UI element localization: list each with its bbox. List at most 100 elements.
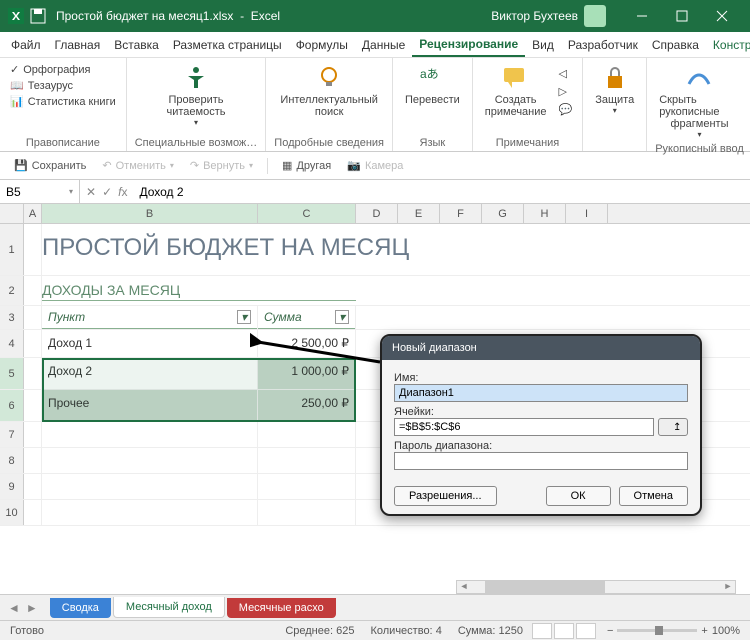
group-protect xyxy=(591,135,638,149)
qat-camera[interactable]: 📷Камера xyxy=(341,157,409,174)
permissions-button[interactable]: Разрешения... xyxy=(394,486,497,506)
range-name-input[interactable] xyxy=(394,384,688,402)
row-header-8[interactable]: 8 xyxy=(0,448,24,473)
row-header-7[interactable]: 7 xyxy=(0,422,24,447)
col-header-e[interactable]: E xyxy=(398,204,440,223)
table-cell[interactable]: 1 000,00 ₽ xyxy=(258,358,355,384)
group-insights: Подробные сведения xyxy=(274,135,384,149)
dialog-title: Новый диапазон xyxy=(382,336,700,360)
protect-button[interactable]: Защита▾ xyxy=(591,62,638,117)
zoom-slider[interactable] xyxy=(617,629,697,632)
table-cell[interactable]: 2 500,00 ₽ xyxy=(258,330,355,356)
accept-formula-icon[interactable]: ✓ xyxy=(102,185,112,199)
menu-home[interactable]: Главная xyxy=(48,34,108,56)
user-name[interactable]: Виктор Бухтеев xyxy=(491,9,578,23)
cancel-formula-icon[interactable]: ✕ xyxy=(86,185,96,199)
row-header-1[interactable]: 1 xyxy=(0,224,24,275)
view-layout-button[interactable] xyxy=(554,623,574,639)
row-header-6[interactable]: 6 xyxy=(0,390,24,421)
tab-nav-prev[interactable]: ◄ xyxy=(8,601,20,615)
close-button[interactable] xyxy=(702,0,742,32)
fx-icon[interactable]: fx xyxy=(118,185,127,199)
table-cell[interactable]: Прочее xyxy=(42,390,257,416)
prev-comment-button[interactable]: ◁ xyxy=(557,66,575,81)
qat-save[interactable]: 💾Сохранить xyxy=(8,157,92,174)
range-ref-button[interactable]: ↥ xyxy=(658,418,688,436)
row-header-2[interactable]: 2 xyxy=(0,276,24,305)
zoom-in-button[interactable]: + xyxy=(701,625,707,637)
menu-layout[interactable]: Разметка страницы xyxy=(166,34,289,56)
row-header-10[interactable]: 10 xyxy=(0,500,24,525)
row-header-9[interactable]: 9 xyxy=(0,474,24,499)
row-header-4[interactable]: 4 xyxy=(0,330,24,357)
menu-table-design[interactable]: Конструктор таблиц xyxy=(706,34,750,56)
col-header-d[interactable]: D xyxy=(356,204,398,223)
zoom-level[interactable]: 100% xyxy=(712,625,740,637)
menu-file[interactable]: Файл xyxy=(4,34,48,56)
col-header-b[interactable]: B xyxy=(42,204,258,223)
label-cells: Ячейки: xyxy=(394,406,688,418)
translate-button[interactable]: aあ Перевести xyxy=(401,62,464,108)
sheet-tab-expenses[interactable]: Месячные расхо xyxy=(227,598,336,618)
tab-nav-next[interactable]: ► xyxy=(26,601,38,615)
table-header-item[interactable]: Пункт▾ xyxy=(42,306,257,329)
save-icon[interactable] xyxy=(30,8,46,24)
status-average: Среднее: 625 xyxy=(285,625,354,637)
user-avatar[interactable] xyxy=(584,5,606,27)
group-language: Язык xyxy=(401,135,464,149)
group-comments: Примечания xyxy=(481,135,574,149)
workbook-stats-button[interactable]: 📊Статистика книги xyxy=(8,94,118,109)
filter-icon[interactable]: ▾ xyxy=(335,310,349,324)
menu-insert[interactable]: Вставка xyxy=(107,34,166,56)
doc-title: ПРОСТОЙ БЮДЖЕТ НА МЕСЯЦ xyxy=(42,224,562,266)
horizontal-scrollbar[interactable]: ◄► xyxy=(456,580,736,594)
maximize-button[interactable] xyxy=(662,0,702,32)
name-box[interactable]: B5▾ xyxy=(0,180,80,203)
row-header-5[interactable]: 5 xyxy=(0,358,24,389)
next-comment-button[interactable]: ▷ xyxy=(557,84,575,99)
group-proofing: Правописание xyxy=(8,135,118,149)
col-header-c[interactable]: C xyxy=(258,204,356,223)
formula-input[interactable]: Доход 2 xyxy=(133,185,750,199)
spelling-button[interactable]: ✓Орфография xyxy=(8,62,118,77)
col-header-g[interactable]: G xyxy=(482,204,524,223)
range-password-input[interactable] xyxy=(394,452,688,470)
sheet-tab-summary[interactable]: Сводка xyxy=(50,598,111,618)
menu-review[interactable]: Рецензирование xyxy=(412,33,525,57)
qat-other[interactable]: ▦Другая xyxy=(276,157,337,174)
minimize-button[interactable] xyxy=(622,0,662,32)
menu-view[interactable]: Вид xyxy=(525,34,561,56)
range-cells-input[interactable] xyxy=(394,418,654,436)
cancel-button[interactable]: Отмена xyxy=(619,486,688,506)
col-header-f[interactable]: F xyxy=(440,204,482,223)
table-cell[interactable]: Доход 1 xyxy=(42,330,257,356)
ok-button[interactable]: ОК xyxy=(546,486,611,506)
menu-data[interactable]: Данные xyxy=(355,34,412,56)
show-comments-button[interactable]: 💬 xyxy=(557,102,575,117)
col-header-h[interactable]: H xyxy=(524,204,566,223)
new-comment-button[interactable]: Создатьпримечание xyxy=(481,62,551,120)
col-header-a[interactable]: A xyxy=(24,204,42,223)
qat-redo[interactable]: ↷Вернуть▾ xyxy=(184,157,259,174)
check-accessibility-button[interactable]: Проверитьчитаемость▾ xyxy=(135,62,258,129)
menu-formulas[interactable]: Формулы xyxy=(289,34,355,56)
table-cell[interactable]: 250,00 ₽ xyxy=(258,390,355,416)
hide-ink-button[interactable]: Скрыть рукописныефрагменты▾ xyxy=(655,62,744,141)
filter-icon[interactable]: ▾ xyxy=(237,310,251,324)
menu-help[interactable]: Справка xyxy=(645,34,706,56)
view-normal-button[interactable] xyxy=(532,623,552,639)
sheet-tab-income[interactable]: Месячный доход xyxy=(113,597,225,618)
col-header-i[interactable]: I xyxy=(566,204,608,223)
table-header-sum[interactable]: Сумма▾ xyxy=(258,306,355,329)
select-all-corner[interactable] xyxy=(0,204,24,223)
qat-undo[interactable]: ↶Отменить▾ xyxy=(96,157,180,174)
view-break-button[interactable] xyxy=(576,623,596,639)
zoom-out-button[interactable]: − xyxy=(607,625,613,637)
smart-lookup-button[interactable]: Интеллектуальныйпоиск xyxy=(274,62,384,120)
row-header-3[interactable]: 3 xyxy=(0,306,24,329)
lock-icon xyxy=(601,64,629,92)
menu-developer[interactable]: Разработчик xyxy=(561,34,645,56)
new-comment-icon xyxy=(502,64,530,92)
table-cell[interactable]: Доход 2 xyxy=(42,358,257,384)
thesaurus-button[interactable]: 📖Тезаурус xyxy=(8,78,118,93)
